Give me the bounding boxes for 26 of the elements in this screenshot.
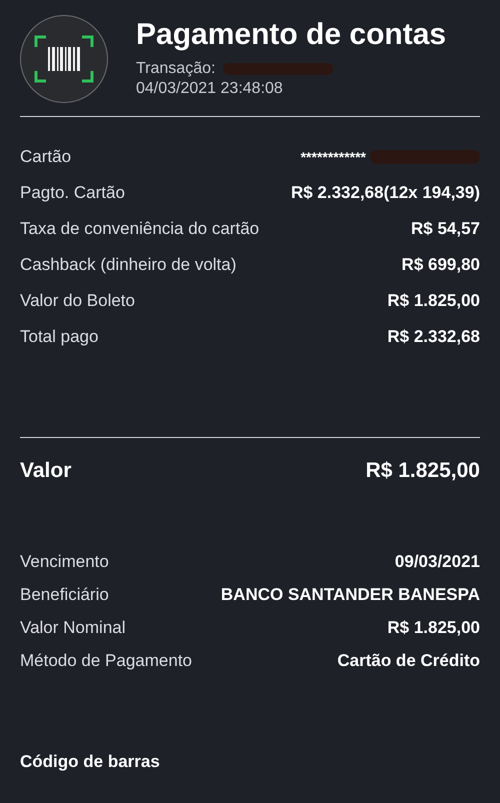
row-value: R$ 54,57 xyxy=(411,218,480,240)
row-label: Vencimento xyxy=(20,550,109,573)
total-label: Valor xyxy=(20,458,72,484)
row-value: R$ 2.332,68 xyxy=(387,326,480,348)
row-label: Pagto. Cartão xyxy=(20,182,125,204)
row-label: Valor Nominal xyxy=(20,616,126,639)
row-value: R$ 1.825,00 xyxy=(387,616,480,639)
row-value: R$ 2.332,68(12x 194,39) xyxy=(290,182,480,204)
total-value: R$ 1.825,00 xyxy=(366,458,480,484)
row-value: Cartão de Crédito xyxy=(337,650,480,672)
row-label: Taxa de conveniência do cartão xyxy=(20,218,260,240)
section-title: Código de barras xyxy=(20,751,161,773)
row-label: Total pago xyxy=(20,326,98,348)
row-value: ************ xyxy=(300,148,366,166)
page-title: Pagamento de contas xyxy=(136,17,446,53)
row-value: R$ 1.825,00 xyxy=(387,290,480,312)
transaction-label: Transação: xyxy=(136,59,216,79)
row-label: Valor do Boleto xyxy=(20,290,135,312)
row-value: 09/03/2021 xyxy=(394,550,480,573)
row-label: Cartão xyxy=(20,146,72,168)
row-label: Beneficiário xyxy=(20,584,109,606)
row-label: Método de Pagamento xyxy=(20,650,192,672)
transaction-datetime: 04/03/2021 23:48:08 xyxy=(136,79,284,99)
row-value: BANCO SANTANDER BANESPA xyxy=(220,584,480,606)
row-value: R$ 699,80 xyxy=(402,254,480,276)
row-label: Cashback (dinheiro de volta) xyxy=(20,254,236,276)
